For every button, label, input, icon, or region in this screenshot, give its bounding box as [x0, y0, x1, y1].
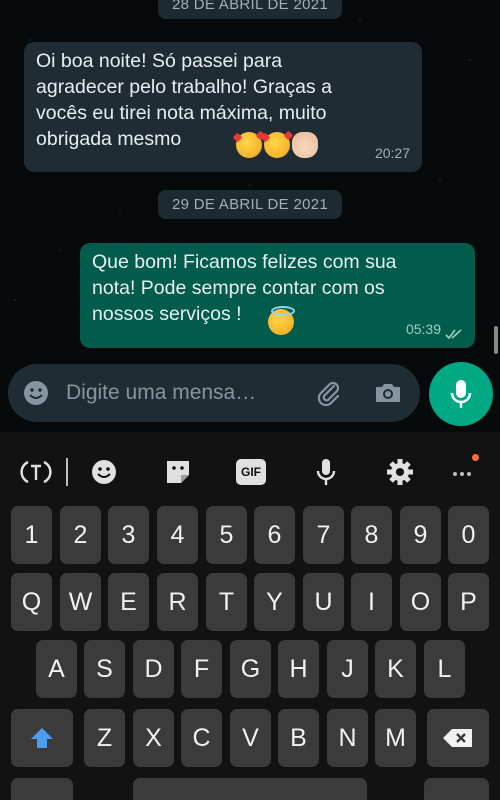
smiling-face-with-halo-icon: [268, 306, 295, 335]
voice-record-button[interactable]: [429, 362, 493, 426]
key-6[interactable]: 6: [254, 506, 295, 564]
key-y[interactable]: Y: [254, 573, 295, 631]
emoji-group: [236, 132, 318, 158]
message-time: 20:27: [374, 145, 410, 161]
key-t[interactable]: T: [206, 573, 247, 631]
key-u[interactable]: U: [303, 573, 344, 631]
smiling-face-with-hearts-icon: [236, 132, 262, 158]
on-screen-keyboard: GIF 1 2 3 4 5 6 7 8 9 0 Q W E R T Y U I …: [0, 432, 500, 800]
key-2[interactable]: 2: [60, 506, 101, 564]
symbols-key[interactable]: [11, 778, 73, 800]
key-l[interactable]: L: [424, 640, 465, 698]
outgoing-message-bubble[interactable]: Que bom! Ficamos felizes com sua nota! P…: [80, 243, 475, 348]
key-z[interactable]: Z: [84, 709, 125, 767]
key-v[interactable]: V: [230, 709, 271, 767]
key-1[interactable]: 1: [11, 506, 52, 564]
key-g[interactable]: G: [230, 640, 271, 698]
key-a[interactable]: A: [36, 640, 77, 698]
key-p[interactable]: P: [448, 573, 489, 631]
incoming-message-bubble[interactable]: Oi boa noite! Só passei para agradecer p…: [24, 42, 422, 172]
key-n[interactable]: N: [327, 709, 368, 767]
gif-label: GIF: [241, 465, 261, 479]
key-w[interactable]: W: [60, 573, 101, 631]
enter-key[interactable]: [424, 778, 489, 800]
key-5[interactable]: 5: [206, 506, 247, 564]
clapping-hands-icon: [292, 132, 318, 158]
shift-key[interactable]: [11, 709, 73, 767]
smiling-face-with-hearts-icon: [264, 132, 290, 158]
space-bar[interactable]: [133, 778, 367, 800]
camera-icon[interactable]: [372, 378, 404, 408]
key-7[interactable]: 7: [303, 506, 344, 564]
key-h[interactable]: H: [278, 640, 319, 698]
toolbar-divider: [66, 458, 68, 486]
message-input[interactable]: [66, 378, 306, 408]
chat-area[interactable]: 28 DE ABRIL DE 2021 Oi boa noite! Só pas…: [0, 0, 500, 432]
key-s[interactable]: S: [84, 640, 125, 698]
shift-arrow-icon: [31, 728, 53, 748]
key-4[interactable]: 4: [157, 506, 198, 564]
key-o[interactable]: O: [400, 573, 441, 631]
settings-gear-icon[interactable]: [384, 456, 416, 488]
date-chip: 29 DE ABRIL DE 2021: [157, 190, 343, 219]
key-m[interactable]: M: [375, 709, 416, 767]
backspace-key[interactable]: [427, 709, 489, 767]
message-input-bar: [8, 364, 420, 422]
date-chip: 28 DE ABRIL DE 2021: [157, 0, 343, 19]
text-cursor-icon[interactable]: [20, 456, 52, 488]
notification-dot: [472, 454, 479, 461]
mic-icon[interactable]: [310, 456, 342, 488]
paperclip-icon[interactable]: [314, 378, 344, 408]
key-b[interactable]: B: [278, 709, 319, 767]
key-9[interactable]: 9: [400, 506, 441, 564]
key-k[interactable]: K: [375, 640, 416, 698]
emoji-icon[interactable]: [22, 379, 50, 407]
gif-button[interactable]: GIF: [236, 459, 266, 485]
key-i[interactable]: I: [351, 573, 392, 631]
key-q[interactable]: Q: [11, 573, 52, 631]
sticker-icon[interactable]: [162, 456, 194, 488]
key-d[interactable]: D: [133, 640, 174, 698]
read-double-check-icon: [445, 329, 462, 340]
key-x[interactable]: X: [133, 709, 174, 767]
key-3[interactable]: 3: [108, 506, 149, 564]
key-0[interactable]: 0: [448, 506, 489, 564]
emoji-icon[interactable]: [88, 456, 120, 488]
key-8[interactable]: 8: [351, 506, 392, 564]
key-f[interactable]: F: [181, 640, 222, 698]
message-text: Oi boa noite! Só passei para agradecer p…: [36, 50, 332, 150]
mic-icon: [450, 380, 472, 408]
key-r[interactable]: R: [157, 573, 198, 631]
key-c[interactable]: C: [181, 709, 222, 767]
scrollbar-thumb[interactable]: [494, 326, 498, 354]
key-e[interactable]: E: [108, 573, 149, 631]
keyboard-toolbar: GIF: [0, 432, 500, 504]
message-time: 05:39: [405, 321, 441, 337]
backspace-icon: [443, 729, 472, 747]
key-j[interactable]: J: [327, 640, 368, 698]
